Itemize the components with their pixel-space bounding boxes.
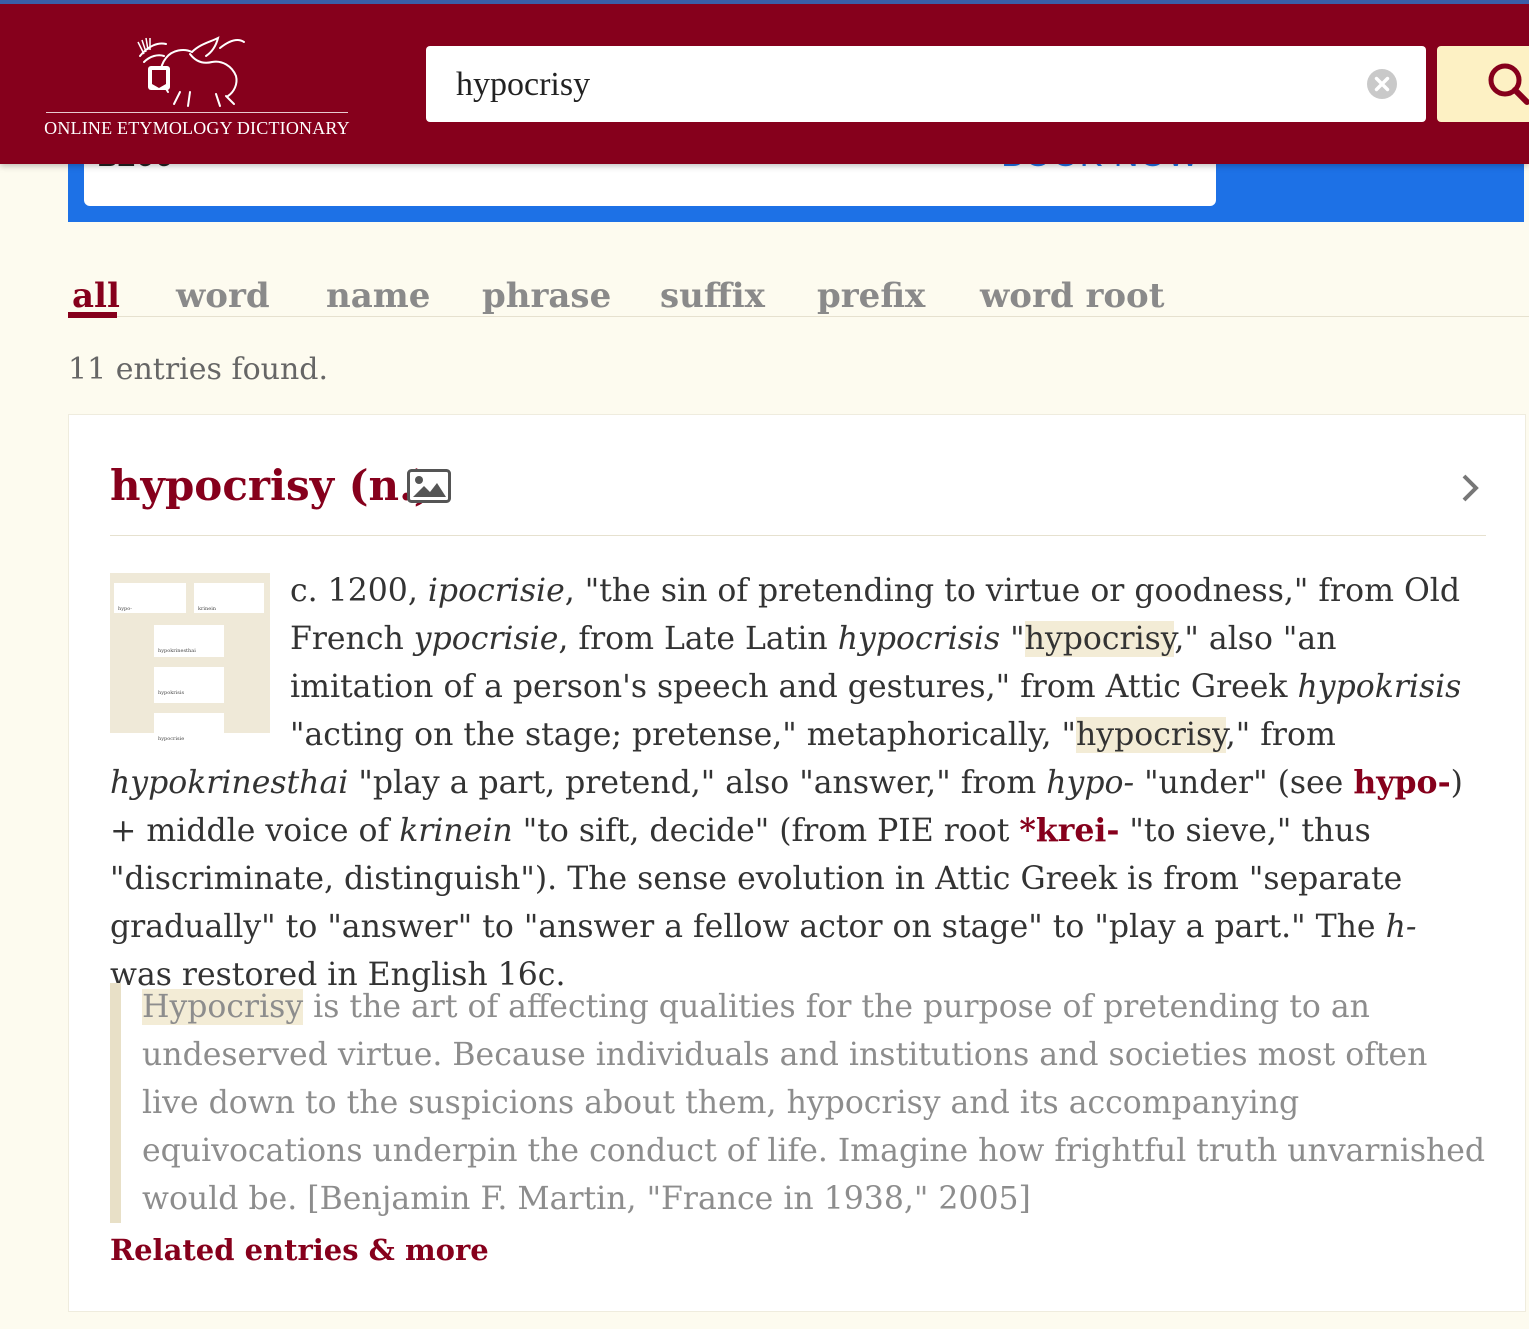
entry-definition: hypo- krinein hypokrinesthai hypokrisis … <box>110 567 1470 999</box>
title-divider <box>110 535 1486 536</box>
search-highlight: hypocrisy <box>1075 717 1226 753</box>
definition-italic: hypocrisis <box>837 621 1001 657</box>
definition-text: "play a part, pretend," also "answer," f… <box>348 765 1047 801</box>
tab-all[interactable]: all <box>72 276 120 316</box>
tab-word-root[interactable]: word root <box>980 276 1164 316</box>
search-highlight: hypocrisy <box>1024 621 1175 657</box>
tab-word[interactable]: word <box>176 276 270 316</box>
search-button[interactable] <box>1437 46 1529 122</box>
definition-text: " <box>1000 621 1025 657</box>
site-header: ONLINE ETYMOLOGY DICTIONARY <box>0 0 1529 164</box>
entry-card: hypocrisy (n.) hypo- krinein hypokrinest… <box>68 414 1526 1312</box>
definition-italic: ipocrisie <box>427 573 565 609</box>
definition-text: "under" (see <box>1134 765 1354 801</box>
tab-phrase[interactable]: phrase <box>482 276 611 316</box>
definition-text: "to sift, decide" (from PIE root <box>512 813 1020 849</box>
tab-prefix[interactable]: prefix <box>817 276 925 316</box>
definition-italic: krinein <box>399 813 513 849</box>
thumb-label: hypo- <box>118 606 132 612</box>
crossref-link-hypo[interactable]: hypo- <box>1353 764 1450 801</box>
active-tab-indicator <box>68 312 117 318</box>
tab-suffix[interactable]: suffix <box>660 276 765 316</box>
clear-circle-icon <box>1367 69 1397 99</box>
definition-text: ," from <box>1225 717 1336 753</box>
logo-divider <box>46 112 348 113</box>
thumb-label: krinein <box>198 606 217 612</box>
chevron-right-icon <box>1462 474 1479 502</box>
definition-italic: ypocrisie <box>413 621 559 657</box>
thumb-label: hypokrisis <box>158 690 185 696</box>
griffin-logo-icon <box>137 36 245 107</box>
search-input[interactable] <box>454 60 1338 110</box>
definition-text: "acting on the stage; pretense," metapho… <box>290 717 1076 753</box>
entry-quotation: Hypocrisy is the art of affecting qualit… <box>110 983 1488 1223</box>
search-box <box>426 46 1426 122</box>
results-count: 11 entries found. <box>68 352 329 387</box>
picture-icon <box>407 469 451 503</box>
thumb-label: hypokrinesthai <box>158 648 196 654</box>
definition-italic: hypokrinesthai <box>110 765 349 801</box>
definition-italic: hypokrisis <box>1297 669 1462 705</box>
site-logo[interactable]: ONLINE ETYMOLOGY DICTIONARY <box>40 32 352 142</box>
filter-tabs: all word name phrase suffix prefix word … <box>68 272 1529 318</box>
view-image-button[interactable] <box>407 469 451 503</box>
search-highlight: Hypocrisy <box>142 989 304 1025</box>
definition-text: , from Late Latin <box>558 621 838 657</box>
tab-name[interactable]: name <box>326 276 430 316</box>
definition-italic: hypo- <box>1046 765 1135 801</box>
definition-italic: h- <box>1385 909 1417 945</box>
quotation-text: is the art of affecting qualities for th… <box>142 989 1486 1217</box>
definition-text: c. 1200, <box>290 573 428 609</box>
entry-detail-link[interactable] <box>1459 471 1483 505</box>
magnifier-icon <box>1488 63 1529 105</box>
etymology-diagram-thumbnail[interactable]: hypo- krinein hypokrinesthai hypokrisis … <box>110 573 270 742</box>
related-entries-link[interactable]: Related entries & more <box>110 1233 489 1267</box>
crossref-link-krei[interactable]: *krei- <box>1019 812 1119 849</box>
clear-search-button[interactable] <box>1366 68 1398 100</box>
thumb-label: hypocrisie <box>158 736 185 742</box>
entry-title[interactable]: hypocrisy (n.) <box>110 461 434 510</box>
logo-wordmark: ONLINE ETYMOLOGY DICTIONARY <box>44 118 350 138</box>
